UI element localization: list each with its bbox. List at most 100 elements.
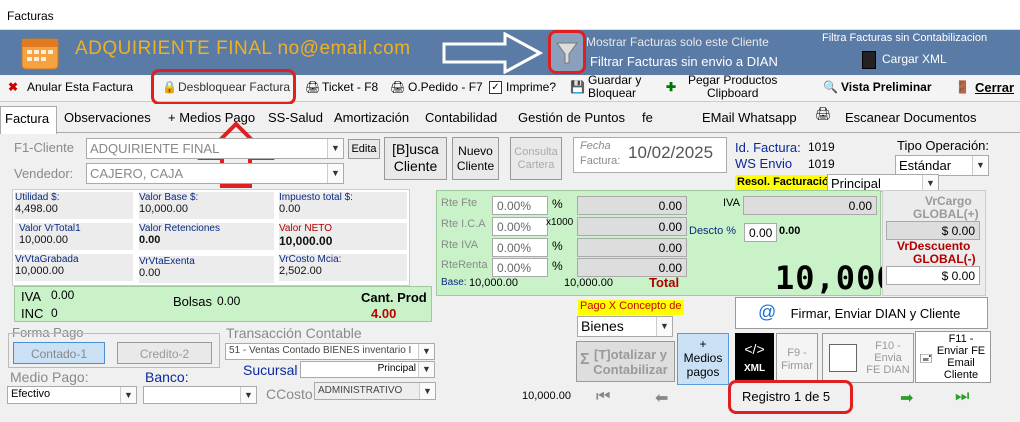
annul-icon: ✖ bbox=[8, 80, 19, 94]
tab-factura[interactable]: Factura bbox=[0, 106, 57, 134]
credito-button[interactable]: Credito-2 bbox=[117, 342, 212, 364]
prev-record-icon[interactable]: ⬅ bbox=[655, 388, 668, 408]
order-button[interactable]: O.Pedido - F7 bbox=[408, 80, 483, 94]
ccosto-value: ADMINISTRATIVO bbox=[318, 385, 403, 396]
calendar-icon bbox=[20, 33, 60, 71]
descuento-label-2: GLOBAL(-) bbox=[913, 252, 976, 266]
print-label: Imprime? bbox=[506, 80, 557, 94]
descuento-value[interactable]: $ 0.00 bbox=[886, 266, 980, 285]
tab-ss-salud[interactable]: SS-Salud bbox=[268, 110, 323, 125]
summary-panel: Utilidad $: 4,498.00 Valor Base $: 10,000.… bbox=[12, 189, 410, 286]
f10-label-3: FE DIAN bbox=[866, 364, 910, 376]
search-client-button[interactable]: [B]usca Cliente bbox=[384, 137, 447, 180]
tab-email-whatsapp[interactable]: EMail Whatsapp bbox=[702, 110, 797, 125]
bolsas-value: 0.00 bbox=[217, 294, 241, 308]
iva-value: 0.00 bbox=[51, 288, 75, 302]
new-client-label-2: Cliente bbox=[456, 159, 495, 173]
next-record-icon[interactable]: ➡ bbox=[900, 388, 913, 408]
rtefte-pct[interactable]: 0.00% bbox=[492, 196, 548, 215]
date-label-2: Factura: bbox=[580, 155, 621, 167]
ccosto-combo[interactable]: ADMINISTRATIVO ▼ bbox=[314, 382, 436, 400]
client-combo[interactable]: ADQUIRIENTE FINAL ▼ bbox=[86, 138, 344, 159]
rteiva-pct[interactable]: 0.00% bbox=[492, 238, 548, 257]
sign-send-button[interactable]: @ Firmar, Enviar DIAN y Cliente bbox=[735, 297, 988, 329]
rteiva-value: 0.00 bbox=[577, 238, 687, 257]
f10-send-dian-button[interactable]: F10 - Envia FE DIAN bbox=[822, 333, 914, 383]
edit-client-button[interactable]: Edita bbox=[348, 139, 380, 159]
rterenta-pct[interactable]: 0.00% bbox=[492, 258, 548, 277]
cargo-value[interactable]: $ 0.00 bbox=[886, 221, 980, 240]
save-lock-button[interactable]: Guardar y Bloquear bbox=[588, 74, 641, 100]
f9-sign-button[interactable]: F9 - Firmar bbox=[776, 333, 818, 383]
medio-pago-combo[interactable]: Efectivo ▼ bbox=[7, 386, 137, 404]
valor-base-value: 10,000.00 bbox=[139, 203, 188, 215]
rtefte-value: 0.00 bbox=[577, 196, 687, 215]
filter-only-client[interactable]: Mostrar Facturas solo este Cliente bbox=[586, 35, 769, 49]
last-record-icon[interactable]: ⏭ bbox=[955, 388, 969, 406]
ws-label: WS Envio bbox=[735, 156, 793, 171]
f11-email-button[interactable]: 🖃 F11 - Enviar FE Email Cliente bbox=[915, 331, 991, 383]
iva-total: 0.00 bbox=[743, 196, 877, 215]
seller-combo[interactable]: CAJERO, CAJA ▼ bbox=[86, 163, 344, 184]
descto-pct[interactable]: 0.00 bbox=[744, 223, 777, 242]
exenta-label: VrVtaExenta bbox=[139, 256, 195, 267]
valor-base-label: Valor Base $: bbox=[139, 192, 199, 203]
concepto-combo[interactable]: Bienes ▼ bbox=[577, 316, 673, 337]
save-lock-label-2: Bloquear bbox=[588, 86, 637, 100]
retenciones-value: 0.00 bbox=[139, 234, 161, 246]
tab-contabilidad[interactable]: Contabilidad bbox=[425, 110, 497, 125]
tab-observaciones[interactable]: Observaciones bbox=[64, 110, 151, 125]
close-button[interactable]: Cerrar bbox=[975, 80, 1014, 95]
filter-no-accounting[interactable]: Filtra Facturas sin Contabilizacion bbox=[822, 32, 987, 44]
tab-gestion-puntos[interactable]: Gestión de Puntos bbox=[518, 110, 625, 125]
transaccion-combo[interactable]: 51 - Ventas Contado BIENES inventario I ▼ bbox=[225, 343, 435, 360]
medios-pagos-button[interactable]: + Medios pagos bbox=[677, 333, 729, 385]
search-client-label-1: [B]usca bbox=[392, 141, 439, 157]
printer-icon-2: 🖨 bbox=[390, 80, 406, 94]
print-checkbox[interactable]: ✓ bbox=[489, 81, 502, 94]
tab-amortizacion[interactable]: Amortización bbox=[334, 110, 409, 125]
ticket-button[interactable]: Ticket - F8 bbox=[322, 80, 378, 94]
totalize-label-1: [T]otalizar y bbox=[594, 347, 667, 362]
banco-combo[interactable]: ▼ bbox=[143, 386, 257, 404]
descto-label: Descto % bbox=[689, 225, 737, 237]
xml-icon[interactable]: </> XML bbox=[735, 333, 774, 383]
date-box[interactable]: Fecha Factura: 10/02/2025 bbox=[573, 137, 727, 173]
sucursal-combo[interactable]: Principal ▼ bbox=[300, 361, 435, 378]
rteica-pct[interactable]: 0.00% bbox=[492, 217, 548, 236]
client-header: ADQUIRIENTE FINAL no@email.com bbox=[75, 38, 411, 59]
query-label-1: Consulta bbox=[514, 146, 558, 158]
medios-label-1: + bbox=[699, 337, 707, 351]
globals-panel: VrCargo GLOBAL(+) $ 0.00 VrDescuento GLO… bbox=[882, 190, 986, 296]
query-label-2: Cartera bbox=[517, 159, 555, 171]
new-client-button[interactable]: Nuevo Cliente bbox=[452, 137, 499, 180]
rteiva-pct-sign: % bbox=[552, 239, 563, 253]
banco-label: Banco: bbox=[145, 369, 189, 385]
preview-button[interactable]: Vista Preliminar bbox=[841, 80, 932, 94]
resol-label: Resol. Facturación bbox=[735, 175, 838, 191]
tab-escanear[interactable]: Escanear Documentos bbox=[845, 110, 977, 125]
sucursal-value: Principal bbox=[377, 363, 416, 374]
total-label: Total bbox=[649, 275, 680, 290]
filter-no-dian[interactable]: Filtrar Facturas sin envio a DIAN bbox=[590, 54, 778, 69]
query-portfolio-button[interactable]: Consulta Cartera bbox=[510, 137, 562, 180]
paste-products-button[interactable]: Pegar Productos Clipboard bbox=[688, 74, 777, 100]
first-record-icon[interactable]: ⏮ bbox=[596, 388, 610, 406]
load-xml-button[interactable]: Cargar XML bbox=[882, 52, 947, 66]
inc-value: 0 bbox=[51, 306, 58, 320]
totalize-button[interactable]: Σ [T]otalizar y Contabilizar bbox=[576, 341, 675, 382]
descto-value: 0.00 bbox=[779, 225, 801, 237]
tab-bar: Factura Observaciones + Medios Pago SS-S… bbox=[0, 104, 1020, 134]
annotation-arrow-right bbox=[440, 31, 545, 77]
annul-button[interactable]: Anular Esta Factura bbox=[27, 80, 133, 94]
bottom-value: 10,000.00 bbox=[522, 390, 571, 402]
sucursal-label: Sucursal bbox=[243, 362, 298, 378]
form-icon bbox=[829, 344, 857, 372]
op-type-combo[interactable]: Estándar ▼ bbox=[895, 155, 989, 176]
cargo-label-2: GLOBAL(+) bbox=[913, 207, 979, 221]
invoice-id: 1019 bbox=[808, 140, 835, 154]
window-title: Facturas bbox=[0, 0, 1020, 30]
tab-fe[interactable]: fe bbox=[642, 110, 653, 125]
filter-icon[interactable] bbox=[548, 30, 586, 74]
contado-button[interactable]: Contado-1 bbox=[13, 342, 105, 364]
